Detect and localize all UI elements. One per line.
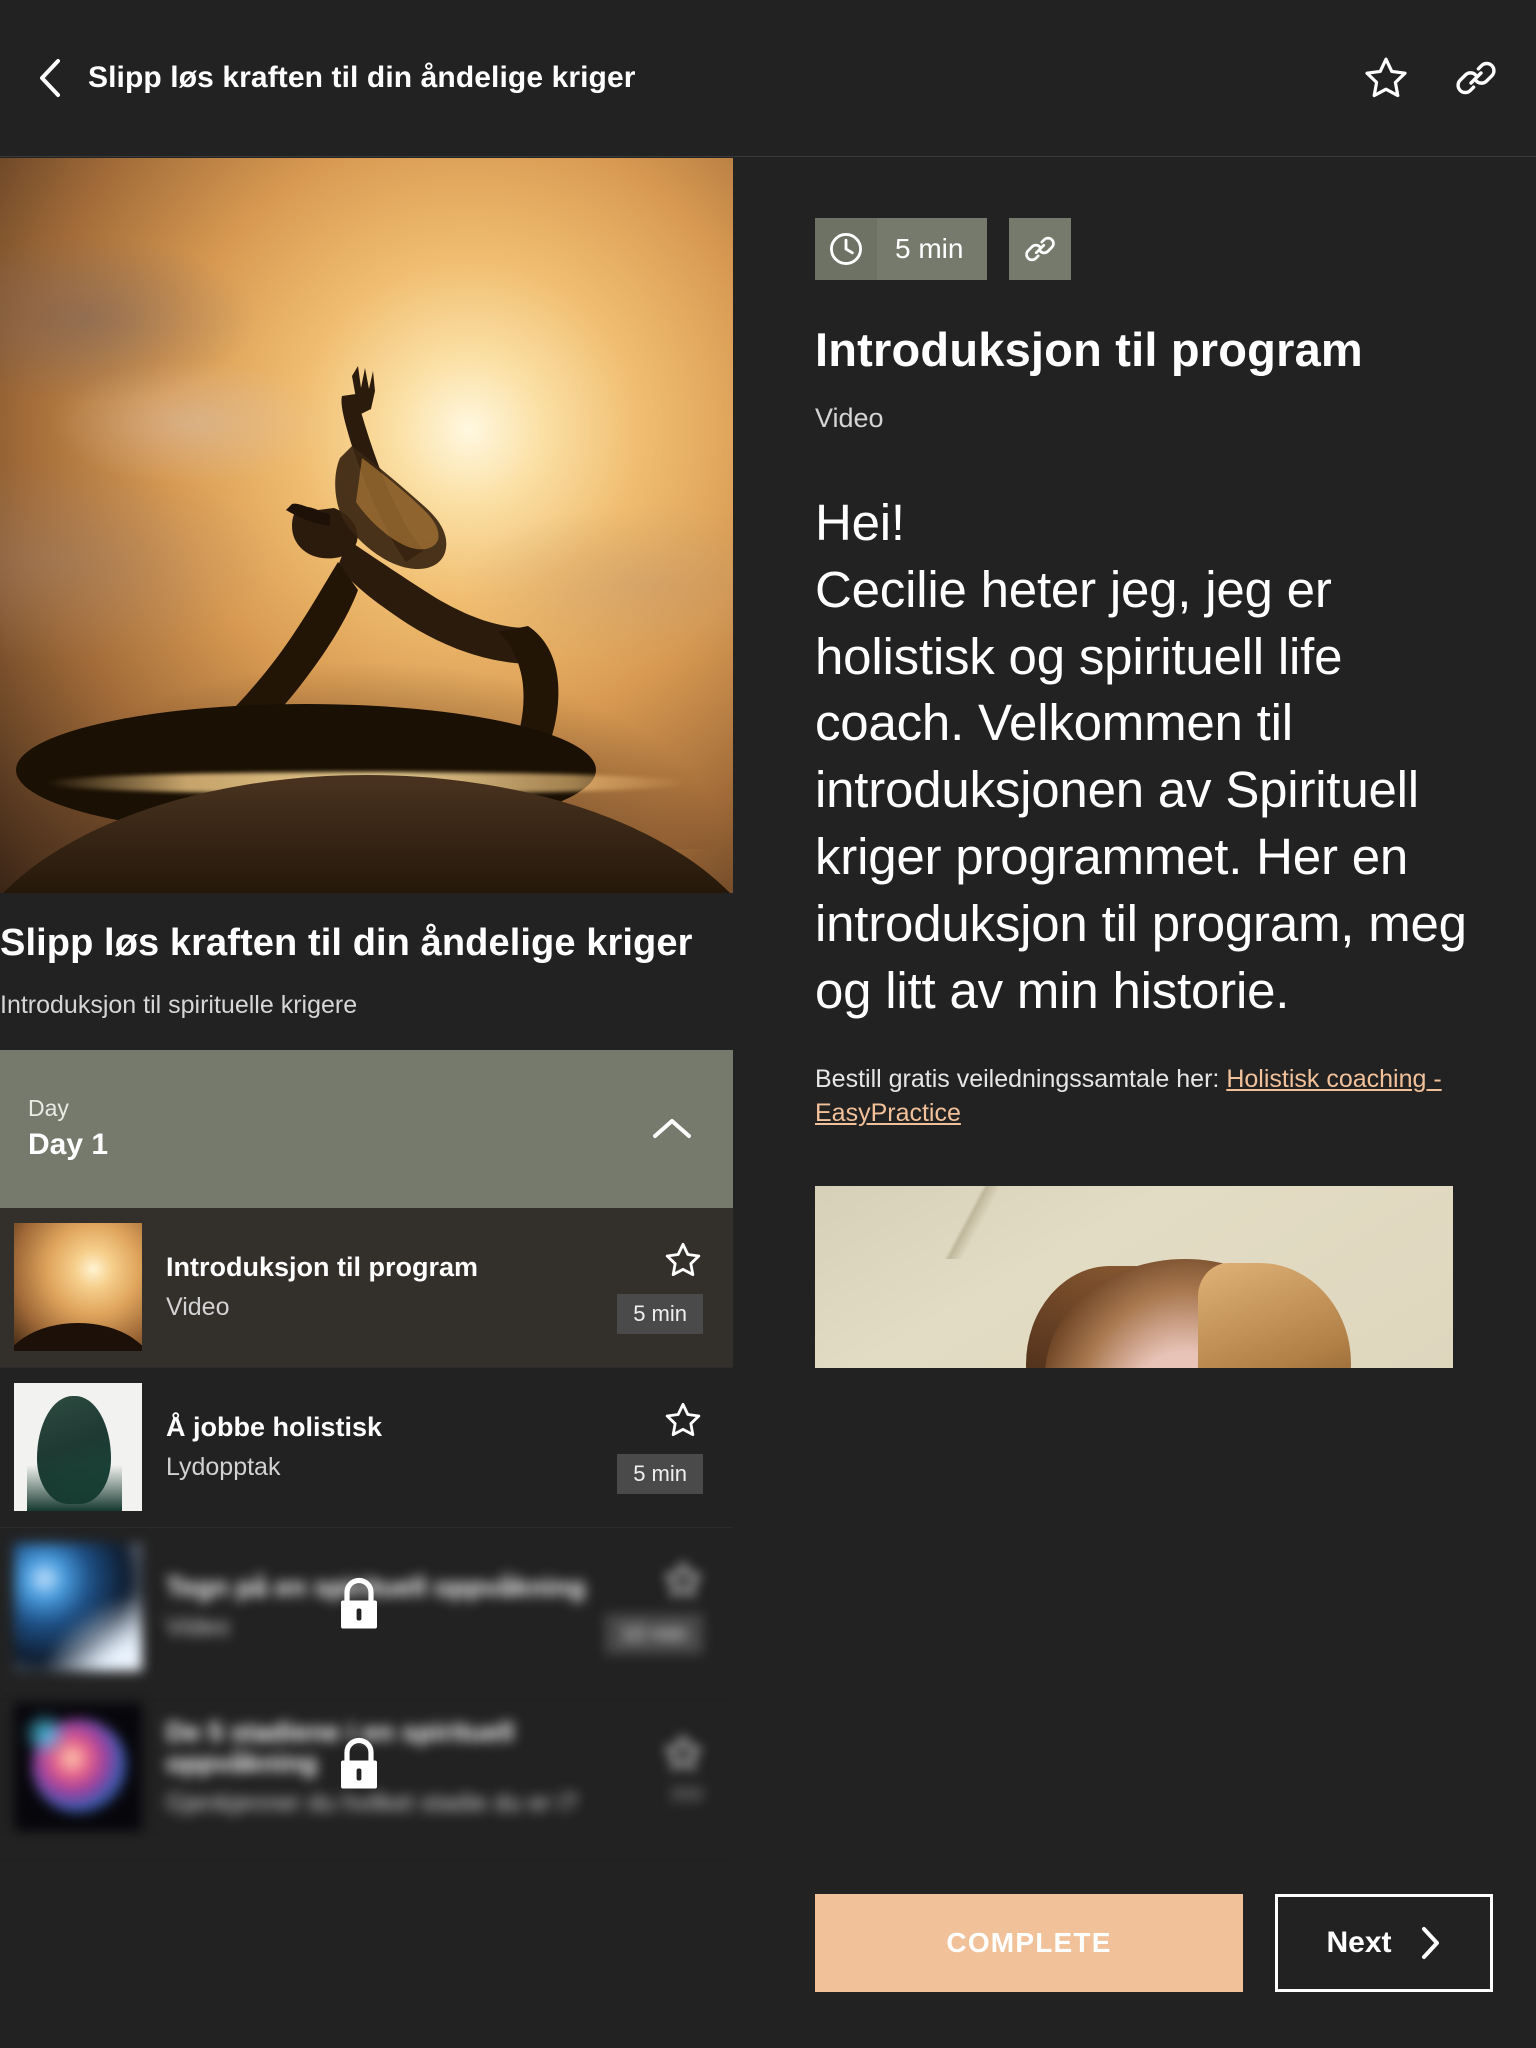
star-outline-icon[interactable] xyxy=(663,1240,703,1280)
booking-note-prefix: Bestill gratis veiledningssamtale her: xyxy=(815,1065,1227,1094)
lesson-row-right: 5 min xyxy=(617,1240,703,1335)
lesson-row-right: 10 min xyxy=(604,1560,703,1655)
lesson-video-thumbnail[interactable] xyxy=(815,1186,1453,1369)
lesson-thumbnail xyxy=(14,1383,142,1512)
lesson-duration-badge xyxy=(671,1787,703,1802)
lesson-detail-panel: 5 min Introduksjon til program Video Hei… xyxy=(733,158,1536,2048)
star-outline-icon[interactable] xyxy=(1362,54,1410,102)
lesson-row-2[interactable]: Å jobbe holistisk Lydopptak 5 min xyxy=(0,1368,733,1528)
next-button-label: Next xyxy=(1326,1926,1392,1959)
lesson-meta: De 5 stadiene i en spirituell oppvåkning… xyxy=(166,1717,663,1818)
lock-icon xyxy=(341,1577,377,1629)
next-button[interactable]: Next xyxy=(1275,1894,1493,1992)
back-button[interactable] xyxy=(28,55,74,101)
page-title: Slipp løs kraften til din åndelige krige… xyxy=(88,61,636,94)
lesson-lock-overlay xyxy=(330,1734,388,1801)
chevron-up-icon[interactable] xyxy=(649,1114,695,1144)
lesson-meta: Introduksjon til program Video xyxy=(166,1252,478,1322)
course-sidebar: Slipp løs kraften til din åndelige krige… xyxy=(0,158,733,2048)
lesson-row-1[interactable]: Introduksjon til program Video 5 min xyxy=(0,1207,733,1368)
clock-icon xyxy=(830,233,862,265)
lesson-title: De 5 stadiene i en spirituell oppvåkning xyxy=(166,1716,515,1778)
course-subtitle: Introduksjon til spirituelle krigere xyxy=(0,991,358,1020)
lesson-row-4-wrapper: De 5 stadiene i en spirituell oppvåkning… xyxy=(0,1688,733,1848)
lesson-chips: 5 min xyxy=(815,218,1476,280)
lesson-title: Introduksjon til program xyxy=(166,1252,479,1283)
link-icon[interactable] xyxy=(1452,54,1500,102)
lesson-row-right xyxy=(663,1733,703,1802)
lesson-kind: Video xyxy=(166,1293,230,1322)
video-wall-edge xyxy=(815,1186,1186,1260)
lock-icon xyxy=(341,1737,377,1789)
day-value: Day 1 xyxy=(28,1128,109,1162)
day-label: Day xyxy=(28,1095,69,1122)
lesson-lock-overlay xyxy=(330,1574,388,1641)
duration-chip[interactable]: 5 min xyxy=(815,218,988,280)
lesson-detail-title: Introduksjon til program xyxy=(815,323,1363,376)
lesson-kind: Lydopptak xyxy=(166,1453,281,1482)
lesson-kind: Gjenkjenner du hvilket stadie du er i? xyxy=(166,1788,578,1817)
hero-image xyxy=(0,158,733,893)
lesson-duration-badge: 5 min xyxy=(617,1454,703,1495)
course-title: Slipp løs kraften til din åndelige krige… xyxy=(0,922,693,964)
top-bar-actions xyxy=(1362,54,1500,102)
duration-chip-label: 5 min xyxy=(895,233,964,264)
lesson-duration-badge: 5 min xyxy=(617,1294,703,1335)
chevron-left-icon xyxy=(40,59,60,97)
day-accordion-header[interactable]: Day Day 1 xyxy=(0,1049,733,1208)
complete-button[interactable]: COMPLETE xyxy=(815,1894,1243,1992)
booking-note: Bestill gratis veiledningssamtale her: H… xyxy=(815,1062,1476,1130)
day-accordion-text: Day Day 1 xyxy=(28,1095,108,1162)
copy-link-chip[interactable] xyxy=(1009,218,1072,280)
lesson-row-3-wrapper: Tegn på en spirituell oppvåkning Video 1… xyxy=(0,1528,733,1688)
lesson-duration-badge: 10 min xyxy=(604,1614,703,1655)
lesson-row-right: 5 min xyxy=(617,1400,703,1495)
lesson-detail-kind: Video xyxy=(815,403,884,433)
top-app-bar: Slipp løs kraften til din åndelige krige… xyxy=(0,0,1536,157)
star-outline-icon[interactable] xyxy=(663,1560,703,1600)
star-outline-icon[interactable] xyxy=(663,1733,703,1773)
lesson-title: Å jobbe holistisk xyxy=(166,1412,383,1443)
video-hair-right xyxy=(1197,1262,1351,1369)
lesson-meta: Å jobbe holistisk Lydopptak xyxy=(166,1412,382,1482)
chevron-right-icon xyxy=(1421,1927,1439,1959)
lesson-thumbnail xyxy=(14,1703,142,1832)
clock-icon-wrap xyxy=(815,218,877,280)
star-outline-icon[interactable] xyxy=(663,1400,703,1440)
lesson-detail-body: Hei! Cecilie heter jeg, jeg er holistisk… xyxy=(815,494,1467,1019)
lesson-thumbnail xyxy=(14,1223,142,1352)
link-icon xyxy=(1025,236,1056,262)
lesson-action-bar: COMPLETE Next xyxy=(815,1894,1493,1992)
lesson-thumbnail xyxy=(14,1543,142,1672)
